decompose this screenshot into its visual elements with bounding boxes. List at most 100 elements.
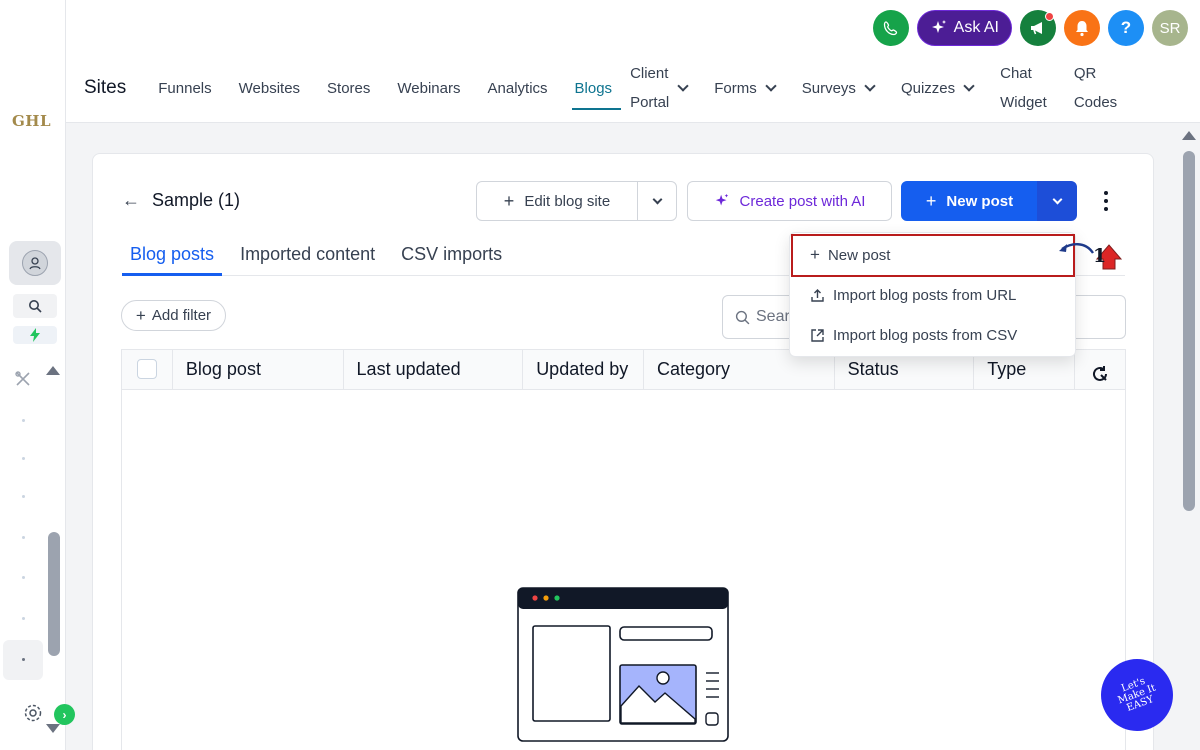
tab-imported-content[interactable]: Imported content [232, 236, 383, 275]
nav-label: Chat [1000, 65, 1032, 82]
nav-item-webinars[interactable]: Webinars [397, 58, 460, 118]
sidebar-item-dot[interactable] [22, 536, 25, 539]
edit-blog-site-label: Edit blog site [524, 192, 611, 210]
nav-label: Blogs [574, 79, 613, 97]
nav-item-funnels[interactable]: Funnels [158, 58, 211, 118]
page-title: Sample (1) [152, 190, 241, 210]
search-icon [29, 300, 42, 313]
nav-label: Codes [1073, 94, 1118, 111]
nav-label: Client [630, 65, 669, 82]
tab-csv-imports[interactable]: CSV imports [393, 236, 510, 275]
nav-label: Portal [630, 94, 670, 111]
back-button[interactable]: ← Sample (1) [122, 190, 240, 211]
nav-item-surveys[interactable]: Surveys [802, 58, 876, 118]
create-post-with-ai-button[interactable]: Create post with AI [687, 181, 892, 221]
chevron-down-icon [677, 80, 689, 92]
top-header: Ask AI ? SR Sites Funnels Websites Store… [66, 0, 1200, 123]
select-all-cell [122, 350, 173, 389]
menu-item-import-url[interactable]: Import blog posts from URL [790, 275, 1075, 315]
nav-label: Forms [714, 79, 757, 97]
column-header[interactable]: Updated by [523, 350, 644, 389]
edit-blog-site-button[interactable]: + Edit blog site [476, 181, 638, 221]
nav-label: Websites [238, 79, 301, 97]
add-filter-button[interactable]: + Add filter [121, 300, 226, 331]
nav-label: Quizzes [900, 79, 956, 97]
nav-label: Funnels [158, 79, 212, 97]
nav-item-quizzes[interactable]: Quizzes [900, 58, 975, 118]
sidebar-tools-item[interactable] [12, 368, 34, 390]
sidebar-scroll-down[interactable] [46, 724, 60, 733]
tab-blog-posts[interactable]: Blog posts [122, 236, 223, 276]
help-button[interactable]: ? [1108, 10, 1144, 46]
menu-item-new-post[interactable]: + New post [790, 235, 1075, 275]
page-scrollbar[interactable] [1178, 123, 1200, 750]
chevron-down-icon [765, 80, 777, 92]
search-placeholder: Sear [756, 308, 790, 325]
user-avatar[interactable]: SR [1152, 10, 1188, 46]
plus-icon: + [925, 190, 937, 211]
lightning-icon [30, 328, 40, 342]
sidebar-item-dot[interactable] [22, 576, 25, 579]
new-post-dropdown-toggle[interactable] [1037, 181, 1077, 221]
watermark-badge: Let's Make It EASY [1101, 659, 1173, 731]
plus-icon: + [503, 190, 515, 211]
user-circle-icon [22, 250, 48, 276]
menu-item-label: New post [827, 246, 891, 264]
more-options-button[interactable] [1099, 191, 1113, 211]
select-all-checkbox[interactable] [136, 359, 157, 379]
new-post-button[interactable]: + New post [901, 181, 1038, 221]
arrow-left-icon: ← [122, 190, 140, 210]
sidebar-quick-actions[interactable] [13, 326, 57, 344]
refresh-icon [1093, 365, 1108, 381]
notification-dot [1045, 12, 1054, 21]
external-upload-icon [811, 328, 824, 342]
sidebar-item-dot[interactable] [22, 617, 25, 620]
nav-item-blogs[interactable]: Blogs [571, 58, 621, 118]
nav-item-qr-codes[interactable]: QR Codes [1074, 58, 1117, 118]
notifications-button[interactable] [1064, 10, 1100, 46]
sidebar-settings[interactable] [22, 702, 44, 724]
sidebar-expand-button[interactable]: › [54, 704, 75, 725]
sidebar-item-dot[interactable] [22, 457, 25, 460]
nav-item-forms[interactable]: Forms [714, 58, 777, 118]
gear-icon [24, 704, 42, 722]
ask-ai-button[interactable]: Ask AI [916, 10, 1012, 46]
sidebar-scrollbar-thumb[interactable] [48, 532, 60, 656]
nav-item-client-portal[interactable]: Client Portal [630, 58, 689, 118]
column-header[interactable]: Last updated [344, 350, 524, 389]
nav-item-stores[interactable]: Stores [327, 58, 370, 118]
scrollbar-thumb[interactable] [1183, 151, 1195, 511]
megaphone-icon [1031, 22, 1042, 35]
chevron-down-icon [963, 80, 975, 92]
refresh-button[interactable] [1075, 350, 1125, 389]
upload-icon [811, 288, 824, 302]
nav-label: Stores [327, 79, 371, 97]
edit-blog-site-dropdown[interactable] [637, 181, 677, 221]
ask-ai-label: Ask AI [953, 19, 999, 36]
nav-item-analytics[interactable]: Analytics [488, 58, 548, 118]
column-header[interactable]: Blog post [173, 350, 344, 389]
menu-item-label: Import blog posts from URL [833, 286, 1017, 304]
nav-item-chat-widget[interactable]: Chat Widget [1000, 58, 1047, 118]
chevron-right-icon: › [62, 707, 67, 722]
create-post-ai-label: Create post with AI [739, 192, 866, 210]
sites-nav: Sites Funnels Websites Stores Webinars A… [84, 58, 1144, 118]
new-post-dropdown-menu: + New post Import blog posts from URL Im… [789, 232, 1076, 357]
sidebar-item-dot[interactable] [22, 419, 25, 422]
chevron-down-icon [652, 194, 662, 204]
scroll-up-arrow[interactable] [1182, 131, 1196, 140]
brand-logo[interactable]: GHL [12, 112, 51, 130]
sidebar-scroll-up[interactable] [46, 366, 60, 375]
menu-item-import-csv[interactable]: Import blog posts from CSV [790, 315, 1075, 355]
sidebar-item-dot[interactable] [22, 658, 25, 661]
nav-item-websites[interactable]: Websites [239, 58, 300, 118]
nav-label: Analytics [487, 79, 548, 97]
sidebar-account-switcher[interactable] [9, 241, 61, 285]
phone-button[interactable] [872, 10, 909, 46]
announcements-button[interactable] [1020, 10, 1056, 46]
sidebar-item-dot[interactable] [22, 495, 25, 498]
sparkle-icon [715, 193, 728, 206]
phone-icon [883, 21, 897, 36]
sidebar-search-button[interactable] [13, 294, 57, 318]
plus-icon: + [135, 305, 146, 325]
